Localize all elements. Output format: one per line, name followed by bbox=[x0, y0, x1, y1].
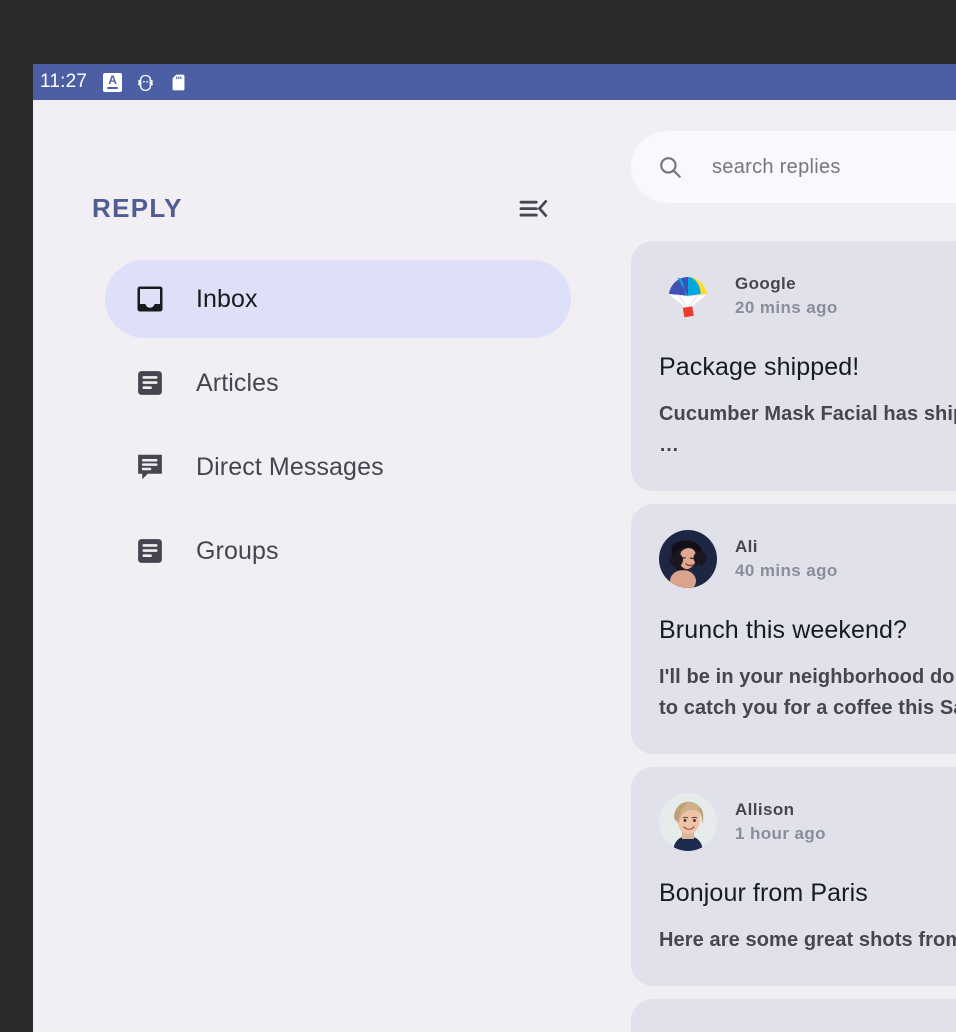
article-icon bbox=[135, 368, 165, 398]
status-clock: 11:27 bbox=[40, 71, 89, 93]
article-icon bbox=[135, 536, 165, 566]
email-list: Google 20 mins ago Package shipped! Cucu… bbox=[631, 241, 956, 1032]
chat-bubble-icon bbox=[135, 452, 165, 482]
email-list-item[interactable]: Google 20 mins ago Package shipped! Cucu… bbox=[631, 241, 956, 491]
navigation-panel: REPLY bbox=[33, 100, 600, 1032]
email-subject: Package shipped! bbox=[659, 353, 956, 382]
email-header: Google 20 mins ago bbox=[659, 267, 956, 325]
ime-keyboard-icon: A bbox=[103, 73, 122, 92]
email-preview-line: … bbox=[659, 430, 956, 461]
sent-time: 20 mins ago bbox=[735, 298, 838, 318]
menu-open-icon[interactable] bbox=[512, 188, 552, 228]
sent-time: 1 hour ago bbox=[735, 824, 826, 844]
email-preview: Here are some great shots from my trip..… bbox=[659, 925, 956, 956]
sidebar-item-groups[interactable]: Groups bbox=[105, 512, 571, 590]
email-list-item[interactable]: Ali 40 mins ago Brunch this weekend? I'l… bbox=[631, 504, 956, 754]
email-preview-line: Here are some great shots from my trip..… bbox=[659, 925, 956, 956]
sender-block: Google 20 mins ago bbox=[735, 274, 838, 318]
email-list-item[interactable]: Allison 1 hour ago Bonjour from Paris He… bbox=[631, 767, 956, 986]
email-list-panel: search replies bbox=[600, 100, 956, 1032]
search-icon bbox=[657, 154, 683, 180]
sender-name: Allison bbox=[735, 800, 826, 820]
email-preview-line: Cucumber Mask Facial has shipped. bbox=[659, 399, 956, 430]
sidebar-item-inbox[interactable]: Inbox bbox=[105, 260, 571, 338]
email-preview: I'll be in your neighborhood doing erran… bbox=[659, 662, 956, 724]
email-header: Ali 40 mins ago bbox=[659, 530, 956, 588]
app-body: REPLY bbox=[33, 100, 956, 1032]
nav-list: Inbox Articles bbox=[33, 260, 600, 596]
inbox-icon bbox=[135, 284, 165, 314]
google-parachute-logo bbox=[659, 267, 717, 325]
sidebar-item-label: Direct Messages bbox=[196, 453, 384, 482]
device-viewport: 11:27 A bbox=[33, 64, 956, 1032]
email-preview-line: to catch you for a coffee this Saturday bbox=[659, 693, 956, 724]
sidebar-item-label: Inbox bbox=[196, 285, 258, 314]
ali-photo-avatar bbox=[659, 530, 717, 588]
sidebar-item-articles[interactable]: Articles bbox=[105, 344, 571, 422]
screen-root: 11:27 A bbox=[0, 0, 956, 1032]
sd-card-icon bbox=[169, 73, 188, 92]
sender-name: Ali bbox=[735, 537, 838, 557]
sent-time: 40 mins ago bbox=[735, 561, 838, 581]
search-input[interactable]: search replies bbox=[631, 131, 956, 203]
email-subject: Bonjour from Paris bbox=[659, 879, 956, 908]
sidebar-item-direct-messages[interactable]: Direct Messages bbox=[105, 428, 571, 506]
sender-name: Google bbox=[735, 274, 838, 294]
email-header: Allison 1 hour ago bbox=[659, 793, 956, 851]
status-bar: 11:27 A bbox=[33, 64, 956, 100]
android-debug-icon bbox=[136, 73, 155, 92]
email-list-item[interactable] bbox=[631, 999, 956, 1032]
app-brand-title: REPLY bbox=[92, 193, 183, 224]
allison-photo-avatar bbox=[659, 793, 717, 851]
email-preview: Cucumber Mask Facial has shipped. … bbox=[659, 399, 956, 461]
sidebar-item-label: Articles bbox=[196, 369, 279, 398]
email-subject: Brunch this weekend? bbox=[659, 616, 956, 645]
sender-block: Ali 40 mins ago bbox=[735, 537, 838, 581]
sidebar-item-label: Groups bbox=[196, 537, 279, 566]
nav-header: REPLY bbox=[92, 186, 552, 230]
sender-block: Allison 1 hour ago bbox=[735, 800, 826, 844]
search-placeholder: search replies bbox=[712, 156, 841, 179]
email-preview-line: I'll be in your neighborhood doing erran… bbox=[659, 662, 956, 693]
